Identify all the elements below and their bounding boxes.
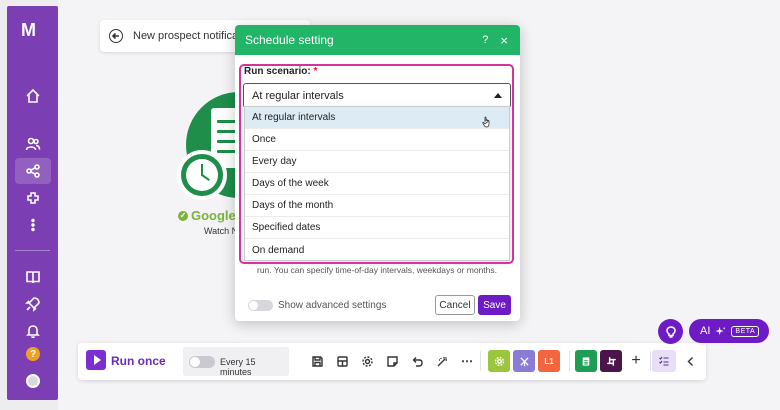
advanced-settings-toggle[interactable] [248,300,273,311]
schedule-help-text: run. You can specify time-of-day interva… [257,265,498,275]
dialog-help-button[interactable]: ? [482,34,488,46]
ai-assistant-button[interactable]: AI BETA [689,319,769,343]
dialog-close-button[interactable]: × [500,33,508,48]
slack-tile-icon[interactable] [600,350,622,372]
help-icon[interactable]: ? [26,347,40,361]
flow-control-tile-icon[interactable] [513,350,535,372]
google-sheets-tile-icon[interactable] [575,350,597,372]
module-subtitle: Watch N [204,226,239,236]
run-once-label[interactable]: Run once [111,354,166,368]
toggle-knob [190,357,200,367]
schedule-interval-label[interactable]: Every 15 minutes [220,357,289,377]
undo-icon[interactable] [409,353,425,369]
dialog-header: Schedule setting ? × [235,25,520,55]
home-icon[interactable] [7,83,58,109]
add-module-icon[interactable]: + [628,352,644,369]
more-icon[interactable] [7,212,58,238]
sidebar: M ? [7,6,58,400]
save-button[interactable]: Save [478,295,511,315]
apps-icon[interactable] [7,185,58,211]
scheduling-toggle[interactable] [189,356,215,368]
cancel-button[interactable]: Cancel [435,295,475,315]
avatar[interactable] [26,374,40,388]
sparkle-icon [715,326,726,335]
back-arrow-icon[interactable] [109,29,123,43]
layout-icon[interactable] [334,353,350,369]
scenario-title[interactable]: New prospect notificatio [133,30,250,42]
magic-wand-icon[interactable] [434,353,450,369]
beta-badge: BETA [731,325,760,337]
scheduling-control: Every 15 minutes [183,347,289,377]
highlight-frame [239,64,514,264]
lightbulb-icon [665,325,676,338]
check-icon: ✓ [178,210,188,221]
module-title-text: Google [191,208,236,223]
notifications-icon[interactable] [7,318,58,344]
dialog-title: Schedule setting [245,33,334,47]
run-once-button[interactable] [86,350,106,370]
scenarios-icon[interactable] [7,158,58,184]
ai-label: AI [700,325,711,337]
toolbar-divider [480,351,481,371]
chevron-left-icon[interactable] [682,353,698,369]
sidebar-divider [15,250,50,251]
launch-icon[interactable] [7,291,58,317]
toolbar-divider [569,351,570,371]
schedule-clock-icon[interactable] [177,150,227,200]
gear-icon[interactable] [359,353,375,369]
checklist-icon[interactable] [652,350,676,372]
notes-icon[interactable] [384,353,400,369]
advanced-settings-label[interactable]: Show advanced settings [278,300,386,311]
toolbar-divider [650,351,651,371]
module-title: ✓ Google [178,208,236,223]
clock-hand [201,174,210,181]
text-parser-tile-icon[interactable]: L1 [538,350,560,372]
more-options-icon[interactable]: ⋯ [459,353,475,369]
team-icon[interactable] [7,131,58,157]
clock-face [186,159,218,191]
lightbulb-button[interactable] [658,319,683,344]
toggle-knob [249,301,258,310]
templates-icon[interactable] [7,264,58,290]
tools-tile-icon[interactable] [488,350,510,372]
save-icon[interactable] [309,353,325,369]
bottom-toolbar: Run once Every 15 minutes ⋯ L1 + [78,343,706,380]
make-logo[interactable]: M [21,20,36,41]
